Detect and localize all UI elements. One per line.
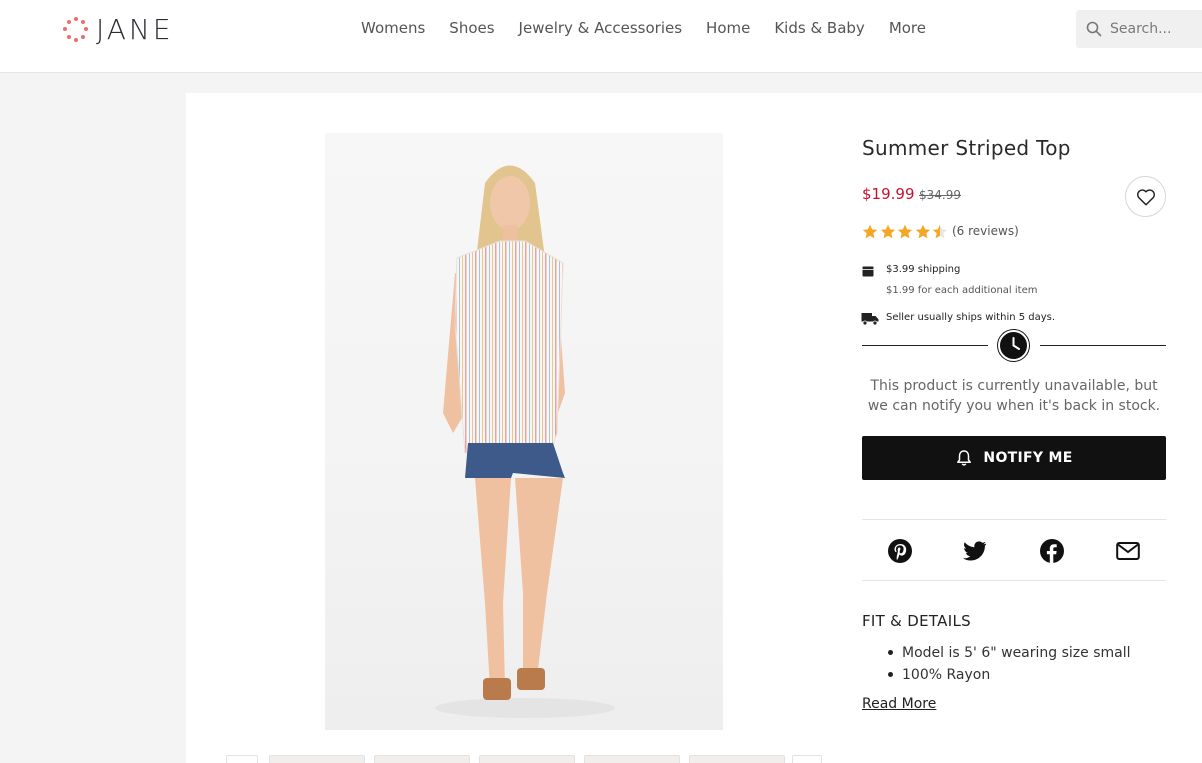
nav-item-kids-baby[interactable]: Kids & Baby bbox=[774, 19, 864, 37]
site-header: JANE Womens Shoes Jewelry & Accessories … bbox=[0, 0, 1202, 73]
thumbnail[interactable] bbox=[584, 755, 680, 763]
list-item: 100% Rayon bbox=[888, 664, 1131, 686]
notify-me-label: NOTIFY ME bbox=[983, 450, 1073, 466]
nav-item-jewelry-accessories[interactable]: Jewelry & Accessories bbox=[519, 19, 683, 37]
star-icon bbox=[897, 224, 913, 239]
logo-text: JANE bbox=[96, 12, 174, 46]
search-icon bbox=[1086, 21, 1102, 37]
bell-icon bbox=[957, 450, 972, 466]
star-icon bbox=[880, 224, 895, 239]
email-icon[interactable] bbox=[1116, 539, 1140, 563]
logo[interactable]: JANE bbox=[63, 12, 174, 46]
shipping-cost: $3.99 shipping bbox=[886, 264, 961, 275]
truck-icon bbox=[861, 313, 879, 326]
wishlist-button[interactable] bbox=[1125, 176, 1166, 217]
star-icon bbox=[862, 224, 878, 239]
share-row bbox=[862, 519, 1166, 581]
nav-item-home[interactable]: Home bbox=[706, 19, 750, 37]
product-title: Summer Striped Top bbox=[862, 136, 1071, 160]
notify-me-button[interactable]: NOTIFY ME bbox=[862, 436, 1166, 480]
fit-details-heading: FIT & DETAILS bbox=[862, 612, 971, 630]
unavailable-message: This product is currently unavailable, b… bbox=[867, 378, 1161, 414]
thumbnail[interactable] bbox=[374, 755, 470, 763]
star-icon bbox=[932, 224, 948, 239]
search-box[interactable] bbox=[1076, 10, 1202, 48]
shipping-additional: $1.99 for each additional item bbox=[886, 285, 1038, 296]
divider bbox=[1040, 345, 1166, 346]
main-nav: Womens Shoes Jewelry & Accessories Home … bbox=[349, 19, 938, 37]
nav-item-more[interactable]: More bbox=[889, 19, 926, 37]
reviews-count[interactable]: (6 reviews) bbox=[952, 224, 1019, 238]
search-input[interactable] bbox=[1110, 21, 1196, 37]
list-item: Model is 5' 6" wearing size small bbox=[888, 642, 1131, 664]
original-price: $34.99 bbox=[919, 188, 961, 202]
heart-icon bbox=[1136, 188, 1155, 206]
clock-icon bbox=[998, 330, 1029, 361]
twitter-icon[interactable] bbox=[963, 539, 987, 563]
logo-dots-icon bbox=[63, 16, 88, 42]
thumbnail[interactable] bbox=[689, 755, 785, 763]
thumbnail[interactable] bbox=[269, 755, 365, 763]
pinterest-icon[interactable] bbox=[888, 539, 912, 563]
rating-stars[interactable] bbox=[862, 224, 950, 240]
divider bbox=[862, 345, 988, 346]
thumbnail-next-button[interactable] bbox=[792, 755, 822, 763]
facebook-icon[interactable] bbox=[1040, 539, 1064, 563]
model-photo-illustration bbox=[435, 165, 615, 718]
read-more-link[interactable]: Read More bbox=[862, 696, 936, 712]
sale-price: $19.99 bbox=[862, 185, 915, 203]
nav-item-shoes[interactable]: Shoes bbox=[449, 19, 494, 37]
nav-item-womens[interactable]: Womens bbox=[361, 19, 425, 37]
product-image[interactable] bbox=[325, 133, 723, 730]
thumbnail[interactable] bbox=[479, 755, 575, 763]
fit-details-list: Model is 5' 6" wearing size small 100% R… bbox=[888, 642, 1131, 686]
thumbnail-prev-button[interactable] bbox=[226, 755, 258, 763]
star-icon bbox=[915, 224, 930, 239]
ships-within-text: Seller usually ships within 5 days. bbox=[886, 312, 1056, 323]
package-icon bbox=[862, 266, 874, 277]
